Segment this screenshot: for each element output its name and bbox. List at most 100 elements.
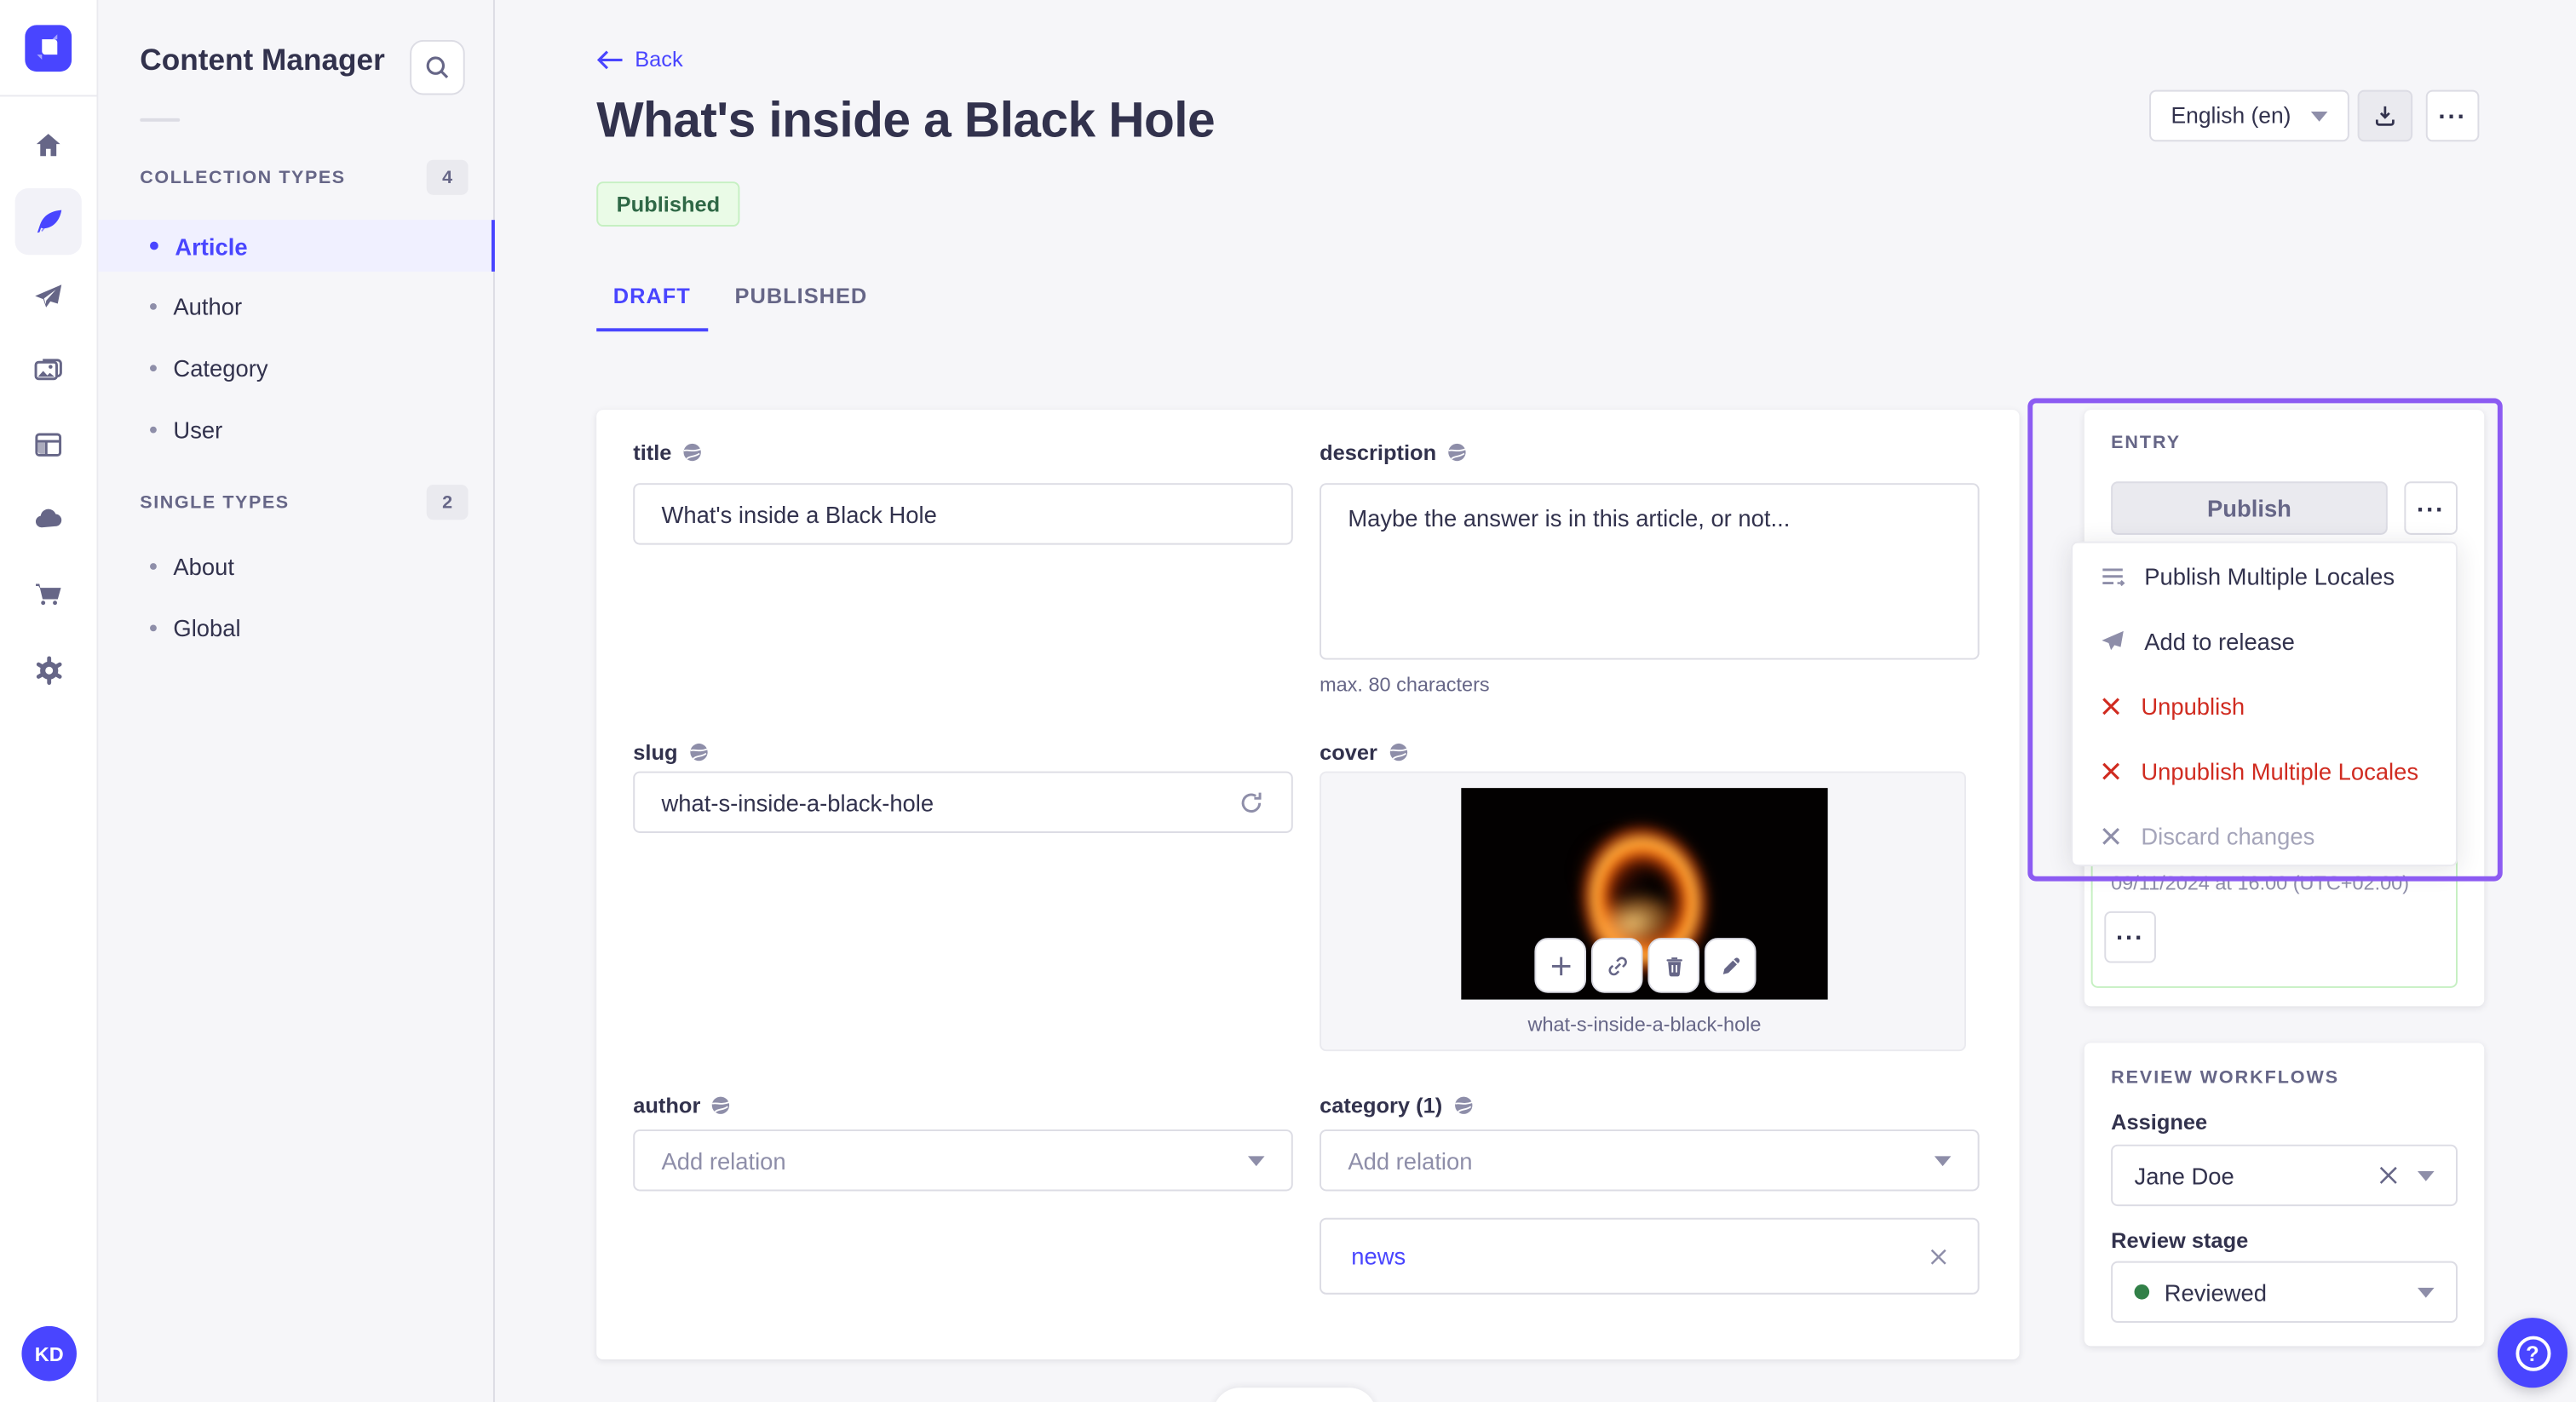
avatar-initials: KD (34, 1342, 64, 1365)
entry-more-button[interactable]: ... (2404, 481, 2458, 535)
sidebar-item-global[interactable]: Global (98, 601, 495, 653)
sidebar-item-about[interactable]: About (98, 540, 495, 592)
help-fab-button[interactable]: ? (2497, 1318, 2568, 1388)
chevron-down-icon (2418, 1170, 2435, 1181)
clear-assignee-icon[interactable] (2378, 1164, 2399, 1186)
back-link[interactable]: Back (596, 47, 683, 72)
cloud-icon (35, 509, 62, 528)
sidebar-item-article[interactable]: Article (98, 220, 495, 272)
globe-icon (683, 443, 702, 462)
nav-deploy-button[interactable] (15, 486, 82, 553)
menu-item-publish-multiple-locales[interactable]: Publish Multiple Locales (2073, 543, 2456, 608)
assignee-select[interactable]: Jane Doe (2111, 1144, 2458, 1207)
chevron-down-icon (1934, 1155, 1952, 1166)
trash-icon (1665, 957, 1682, 976)
pencil-icon (1722, 957, 1739, 974)
cover-filename: what-s-inside-a-black-hole (1527, 1013, 1762, 1037)
single-types-count: 2 (426, 485, 469, 520)
nav-settings-button[interactable] (15, 636, 82, 703)
category-relation-item: news (1320, 1217, 1980, 1295)
cover-media-box: what-s-inside-a-black-hole (1320, 771, 1966, 1052)
relation-link[interactable]: news (1351, 1243, 1406, 1269)
export-button[interactable] (2357, 89, 2413, 142)
remove-relation-icon[interactable] (1929, 1247, 1948, 1266)
tab-published[interactable]: PUBLISHED (735, 282, 868, 312)
tab-published-label: PUBLISHED (734, 283, 868, 308)
review-stage-select[interactable]: Reviewed (2111, 1261, 2458, 1323)
next-section-card-peek (1212, 1388, 1377, 1402)
select-placeholder: Add relation (1348, 1146, 1473, 1174)
assignee-value: Jane Doe (2134, 1162, 2234, 1189)
menu-item-unpublish[interactable]: Unpublish (2073, 673, 2456, 738)
category-relation-select[interactable]: Add relation (1320, 1129, 1980, 1192)
title-input[interactable] (633, 483, 1293, 545)
sidebar-item-user[interactable]: User (98, 403, 495, 455)
menu-item-label: Publish Multiple Locales (2144, 562, 2395, 589)
select-placeholder: Add relation (661, 1146, 786, 1174)
page-title: What's inside a Black Hole (596, 93, 1216, 149)
slug-field-label: slug (633, 739, 709, 765)
description-helper: max. 80 characters (1320, 673, 1490, 697)
author-relation-select[interactable]: Add relation (633, 1129, 1293, 1192)
sidebar-item-label: About (173, 552, 234, 579)
add-media-button[interactable] (1534, 938, 1587, 993)
header-more-button[interactable]: ... (2425, 89, 2480, 142)
bullet-icon (150, 302, 157, 309)
nav-rail: KD (0, 0, 99, 1402)
strapi-logo[interactable] (25, 25, 72, 72)
nav-media-library-button[interactable] (15, 336, 82, 403)
description-textarea[interactable]: Maybe the answer is in this article, or … (1320, 483, 1980, 660)
sidebar-item-author[interactable]: Author (98, 280, 495, 332)
more-horizontal-icon: ... (2438, 96, 2467, 125)
publish-button-label: Publish (2207, 494, 2291, 522)
category-field-label: category (1) (1320, 1093, 1474, 1118)
field-label-text: author (633, 1093, 701, 1118)
nav-content-type-builder-button[interactable] (15, 411, 82, 478)
strapi-admin-app: KD Content Manager COLLECTION TYPES 4 Ar… (0, 0, 2576, 1402)
subnav-divider (140, 118, 181, 122)
strapi-logo-icon (37, 34, 58, 60)
back-label: Back (635, 46, 683, 72)
locale-select[interactable]: English (en) (2149, 89, 2349, 142)
field-label-text: slug (633, 739, 678, 765)
publish-dropdown-menu: Publish Multiple Locales Add to release … (2071, 541, 2458, 868)
edit-media-button[interactable] (1704, 938, 1757, 993)
nav-releases-button[interactable] (15, 263, 82, 330)
regenerate-icon[interactable] (1238, 789, 1264, 815)
nav-content-manager-button[interactable] (14, 188, 82, 256)
delete-media-button[interactable] (1647, 938, 1700, 993)
active-tab-underline (596, 328, 709, 332)
publish-button[interactable]: Publish (2111, 481, 2388, 535)
menu-item-add-to-release[interactable]: Add to release (2073, 608, 2456, 673)
sidebar-item-label: User (173, 415, 223, 443)
field-label-text: category (1) (1320, 1093, 1443, 1118)
nav-marketplace-button[interactable] (15, 561, 82, 628)
locale-value: English (en) (2171, 103, 2291, 129)
stage-value: Reviewed (2164, 1278, 2267, 1306)
stage-status-dot (2134, 1284, 2150, 1300)
copy-link-button[interactable] (1590, 938, 1643, 993)
tab-draft[interactable]: DRAFT (613, 282, 691, 312)
title-field-label: title (633, 440, 703, 465)
menu-item-unpublish-multiple-locales[interactable]: Unpublish Multiple Locales (2073, 738, 2456, 802)
nav-home-button[interactable] (15, 112, 82, 178)
subnav-search-button[interactable] (410, 39, 465, 95)
release-more-button[interactable]: ... (2104, 911, 2156, 963)
field-label-text: cover (1320, 739, 1377, 765)
slug-value: what-s-inside-a-black-hole (661, 789, 934, 816)
tab-draft-label: DRAFT (612, 283, 691, 308)
cross-icon (2102, 761, 2120, 779)
arrow-left-icon (596, 49, 623, 69)
subnav-title: Content Manager (140, 43, 385, 77)
slug-input[interactable]: what-s-inside-a-black-hole (633, 771, 1293, 833)
sidebar-item-label: Global (173, 613, 241, 641)
link-icon (1607, 956, 1626, 975)
plus-icon (1550, 956, 1570, 975)
scheduled-date: 09/11/2024 at 16:00 (UTC+02:00) (2111, 871, 2410, 895)
send-icon (35, 284, 62, 307)
bullet-icon (150, 623, 157, 631)
user-avatar[interactable]: KD (21, 1325, 77, 1382)
menu-item-discard-changes[interactable]: Discard changes (2073, 803, 2456, 868)
sidebar-item-label: Category (173, 353, 268, 381)
sidebar-item-category[interactable]: Category (98, 342, 495, 394)
